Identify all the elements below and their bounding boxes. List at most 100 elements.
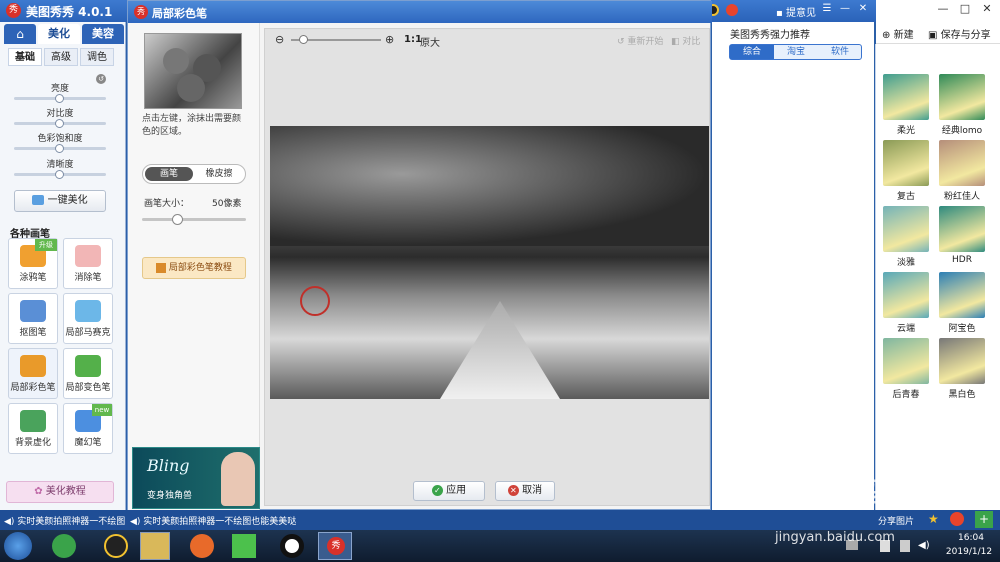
weibo-icon[interactable]: [726, 4, 738, 16]
slider-knob[interactable]: [55, 119, 64, 128]
meitu-taskbar-item[interactable]: 秀: [318, 532, 352, 560]
color-pen-icon: [20, 355, 46, 377]
tab-comprehensive[interactable]: 综合: [730, 45, 774, 59]
brush-size-knob[interactable]: [172, 214, 184, 225]
slider-knob[interactable]: [55, 144, 64, 153]
tool-color-pen[interactable]: 局部彩色笔: [8, 348, 58, 399]
tab-software[interactable]: 软件: [818, 45, 862, 59]
effects-grid: 柔光 经典lomo 复古 粉红佳人 淡雅 HDR 云端 阿宝色 后青春 黑白色: [876, 74, 1000, 434]
outer-maximize-button[interactable]: □: [958, 2, 972, 15]
media-icon[interactable]: [232, 534, 256, 558]
restart-button[interactable]: ↺ 重新开始: [617, 34, 663, 47]
qq-taskbar-icon[interactable]: [104, 534, 128, 558]
one-click-beautify-button[interactable]: 一键美化: [14, 190, 106, 212]
start-button-icon[interactable]: [4, 532, 32, 560]
zoom-out-icon[interactable]: ⊖: [275, 33, 284, 46]
subtab-color[interactable]: 调色: [80, 48, 114, 66]
brush-tab[interactable]: 画笔: [145, 167, 193, 181]
effect-thumbnail[interactable]: [883, 272, 929, 318]
tool-blur-bg[interactable]: 背景虚化: [8, 403, 58, 454]
new-button[interactable]: ⊕ 新建: [882, 26, 914, 41]
slider-brightness[interactable]: [14, 94, 106, 103]
outer-close-button[interactable]: ✕: [980, 2, 994, 15]
effect-label: HDR: [952, 255, 972, 265]
cancel-button[interactable]: ✕ 取消: [495, 481, 555, 501]
clock-date[interactable]: 2019/1/12: [940, 547, 998, 557]
effect-label: 后青春: [892, 390, 920, 400]
status-tip-2-text: 实时美颜拍照神器一不绘图也能美美哒: [143, 517, 297, 527]
beautify-tutorial-button[interactable]: ✿ 美化教程: [6, 481, 114, 503]
color-pen-tutorial-button[interactable]: 局部彩色笔教程: [142, 257, 246, 279]
slider-saturation-label: 色彩饱和度: [37, 134, 83, 144]
add-icon[interactable]: +: [975, 511, 993, 528]
record-icon[interactable]: [280, 534, 304, 558]
volume-icon[interactable]: ◀): [918, 540, 930, 551]
browser-360-icon[interactable]: [52, 534, 76, 558]
tool-eraser-pen[interactable]: 消除笔: [63, 238, 113, 289]
dialog-titlebar: 秀 局部彩色笔: [128, 1, 712, 23]
share-image-label[interactable]: 分享图片: [878, 514, 914, 527]
tab-beautify[interactable]: 美化: [38, 24, 80, 44]
effect-thumbnail[interactable]: [883, 206, 929, 252]
apply-button[interactable]: ✓ 应用: [413, 481, 485, 501]
compare-button[interactable]: ◧ 对比: [671, 34, 700, 47]
bw-landscape-photo[interactable]: [270, 126, 709, 399]
baidu-watermark: Baidu经验: [760, 478, 896, 508]
star-icon[interactable]: ★: [928, 512, 942, 526]
zoom-knob[interactable]: [299, 35, 308, 44]
feedback-link[interactable]: ▪ 提意见: [776, 4, 816, 19]
effect-label: 云端: [896, 324, 915, 334]
tool-mosaic[interactable]: 局部马赛克: [63, 293, 113, 344]
tool-recolor-pen[interactable]: 局部变色笔: [63, 348, 113, 399]
effect-thumbnail[interactable]: [939, 74, 985, 120]
forest-area: [270, 126, 709, 246]
outer-minimize-button[interactable]: —: [936, 2, 950, 15]
dialog-left-panel: 点击左键，涂抹出需要颜色的区域。 画笔 橡皮擦 画笔大小： 50像素 局部彩色笔…: [128, 23, 260, 511]
tool-cutout-pen[interactable]: 抠图笔: [8, 293, 58, 344]
weibo-share-icon[interactable]: [950, 512, 964, 526]
save-icon: ▣: [928, 30, 938, 41]
firefox-icon[interactable]: [190, 534, 214, 558]
minimize-button[interactable]: —: [838, 3, 852, 14]
effect-thumbnail[interactable]: [883, 74, 929, 120]
effects-pane: 柔光 经典lomo 复古 粉红佳人 淡雅 HDR 云端 阿宝色 后青春 黑白色: [875, 44, 1000, 510]
subtab-basic[interactable]: 基础: [8, 48, 42, 66]
tool-magic-pen[interactable]: 魔幻笔 new: [63, 403, 113, 454]
home-icon[interactable]: ⌂: [4, 24, 36, 44]
status-tip-2[interactable]: ◀) 实时美颜拍照神器一不绘图也能美美哒: [130, 514, 296, 527]
app-title: 美图秀秀 4.0.1: [26, 5, 113, 19]
tab-face[interactable]: 美容: [82, 24, 124, 44]
effect-thumbnail[interactable]: [939, 272, 985, 318]
slider-knob[interactable]: [55, 170, 64, 179]
save-share-button[interactable]: ▣ 保存与分享: [928, 26, 991, 41]
slider-contrast[interactable]: [14, 119, 106, 128]
subtab-advanced[interactable]: 高级: [44, 48, 78, 66]
tab-taobao[interactable]: 淘宝: [774, 45, 818, 59]
zoom-in-icon[interactable]: ⊕: [385, 33, 394, 46]
clock-time[interactable]: 16:04: [944, 533, 998, 543]
effect-thumbnail[interactable]: [939, 206, 985, 252]
slider-knob[interactable]: [55, 94, 64, 103]
eraser-tab[interactable]: 橡皮擦: [195, 167, 243, 181]
explorer-icon[interactable]: [140, 532, 170, 560]
effect-thumbnail[interactable]: [939, 140, 985, 186]
effect-thumbnail[interactable]: [939, 338, 985, 384]
outer-window-bar: — □ ✕: [876, 0, 1000, 22]
close-main-button[interactable]: ✕: [856, 3, 870, 14]
effect-thumbnail[interactable]: [883, 140, 929, 186]
battery-icon[interactable]: [900, 540, 910, 552]
wand-icon: [32, 195, 45, 205]
ad-banner[interactable]: Bling 变身独角兽: [132, 447, 260, 509]
apple-shape: [177, 74, 205, 102]
effect-thumbnail[interactable]: [883, 338, 929, 384]
brush-size-slider[interactable]: [142, 214, 246, 225]
zoom-slider[interactable]: [291, 35, 381, 44]
recommend-tabs: 综合 淘宝 软件: [729, 44, 862, 60]
beautify-tutorial-label: 美化教程: [45, 486, 86, 497]
zoom-label: 原大: [420, 38, 440, 49]
menu-icon[interactable]: ☰: [820, 3, 834, 14]
tool-doodle-pen[interactable]: 涂鸦笔 升级: [8, 238, 58, 289]
feedback-label: 提意见: [785, 8, 816, 19]
slider-sharpness[interactable]: [14, 170, 106, 179]
slider-saturation[interactable]: [14, 144, 106, 153]
